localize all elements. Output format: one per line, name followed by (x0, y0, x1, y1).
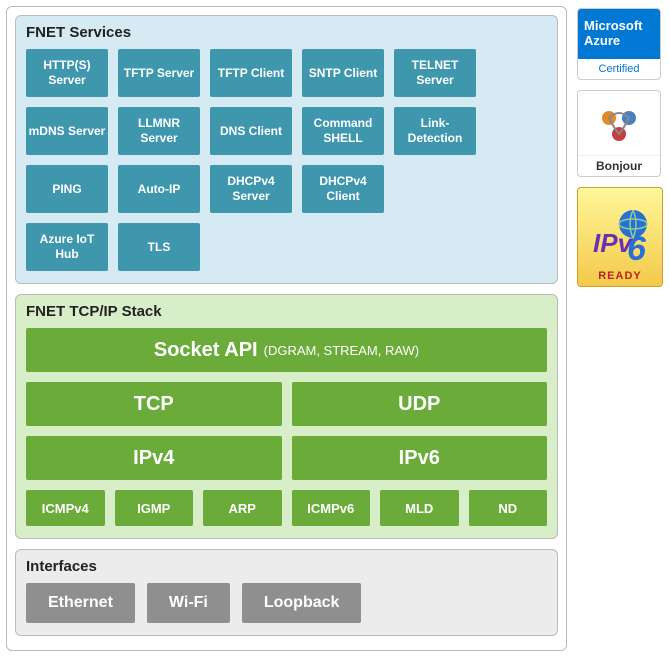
service-box: Auto-IP (118, 165, 200, 213)
bonjour-label: Bonjour (578, 155, 660, 176)
service-box: TFTP Server (118, 49, 200, 97)
service-box: LLMNR Server (118, 107, 200, 155)
network-box: IPv4 (26, 436, 282, 480)
service-box: TFTP Client (210, 49, 292, 97)
transport-box: UDP (292, 382, 548, 426)
aux-box: ND (469, 490, 548, 526)
interface-box: Ethernet (26, 583, 135, 623)
bonjour-icon (578, 91, 660, 155)
services-row: mDNS Server LLMNR Server DNS Client Comm… (26, 107, 547, 155)
service-box: TLS (118, 223, 200, 271)
stack-title: FNET TCP/IP Stack (26, 303, 547, 320)
azure-certified: Certified (578, 59, 660, 79)
service-box: Link-Detection (394, 107, 476, 155)
socket-api-box: Socket API (DGRAM, STREAM, RAW) (26, 328, 547, 372)
aux-box: IGMP (115, 490, 194, 526)
service-box: HTTP(S) Server (26, 49, 108, 97)
socket-api-label: Socket API (154, 339, 258, 362)
interface-box: Wi-Fi (147, 583, 230, 623)
stack-body: Socket API (DGRAM, STREAM, RAW) TCP UDP … (26, 328, 547, 526)
interface-box: Loopback (242, 583, 362, 623)
aux-box: ICMPv4 (26, 490, 105, 526)
service-box: DNS Client (210, 107, 292, 155)
services-row: PING Auto-IP DHCPv4 Server DHCPv4 Client (26, 165, 547, 213)
network-box: IPv6 (292, 436, 548, 480)
aux-box: ARP (203, 490, 282, 526)
service-box: SNTP Client (302, 49, 384, 97)
badges-column: Microsoft Azure Certified Bonjour IPv 6 … (577, 6, 663, 651)
transport-row: TCP UDP (26, 382, 547, 426)
ipv6-ready-label: READY (578, 270, 662, 282)
ipv6-ready-badge: IPv 6 READY (577, 187, 663, 287)
socket-api-sub: (DGRAM, STREAM, RAW) (264, 343, 420, 358)
services-grid: HTTP(S) Server TFTP Server TFTP Client S… (26, 49, 547, 271)
main-column: FNET Services HTTP(S) Server TFTP Server… (6, 6, 567, 651)
services-title: FNET Services (26, 24, 547, 41)
aux-box: MLD (380, 490, 459, 526)
service-box: Azure IoT Hub (26, 223, 108, 271)
aux-row: ICMPv4 IGMP ARP ICMPv6 MLD ND (26, 490, 547, 526)
svg-text:6: 6 (627, 230, 647, 268)
azure-title: Microsoft Azure (578, 9, 660, 59)
service-box: DHCPv4 Server (210, 165, 292, 213)
services-panel: FNET Services HTTP(S) Server TFTP Server… (15, 15, 558, 284)
aux-box: ICMPv6 (292, 490, 371, 526)
services-row: Azure IoT Hub TLS (26, 223, 547, 271)
ipv6-icon: IPv 6 (585, 202, 655, 272)
bonjour-badge: Bonjour (577, 90, 661, 177)
service-box: DHCPv4 Client (302, 165, 384, 213)
transport-box: TCP (26, 382, 282, 426)
interfaces-row: Ethernet Wi-Fi Loopback (26, 583, 547, 623)
service-box: Command SHELL (302, 107, 384, 155)
service-box: TELNET Server (394, 49, 476, 97)
network-row: IPv4 IPv6 (26, 436, 547, 480)
azure-badge: Microsoft Azure Certified (577, 8, 661, 80)
service-box: mDNS Server (26, 107, 108, 155)
interfaces-title: Interfaces (26, 558, 547, 575)
services-row: HTTP(S) Server TFTP Server TFTP Client S… (26, 49, 547, 97)
service-box: PING (26, 165, 108, 213)
stack-panel: FNET TCP/IP Stack Socket API (DGRAM, STR… (15, 294, 558, 539)
interfaces-panel: Interfaces Ethernet Wi-Fi Loopback (15, 549, 558, 636)
